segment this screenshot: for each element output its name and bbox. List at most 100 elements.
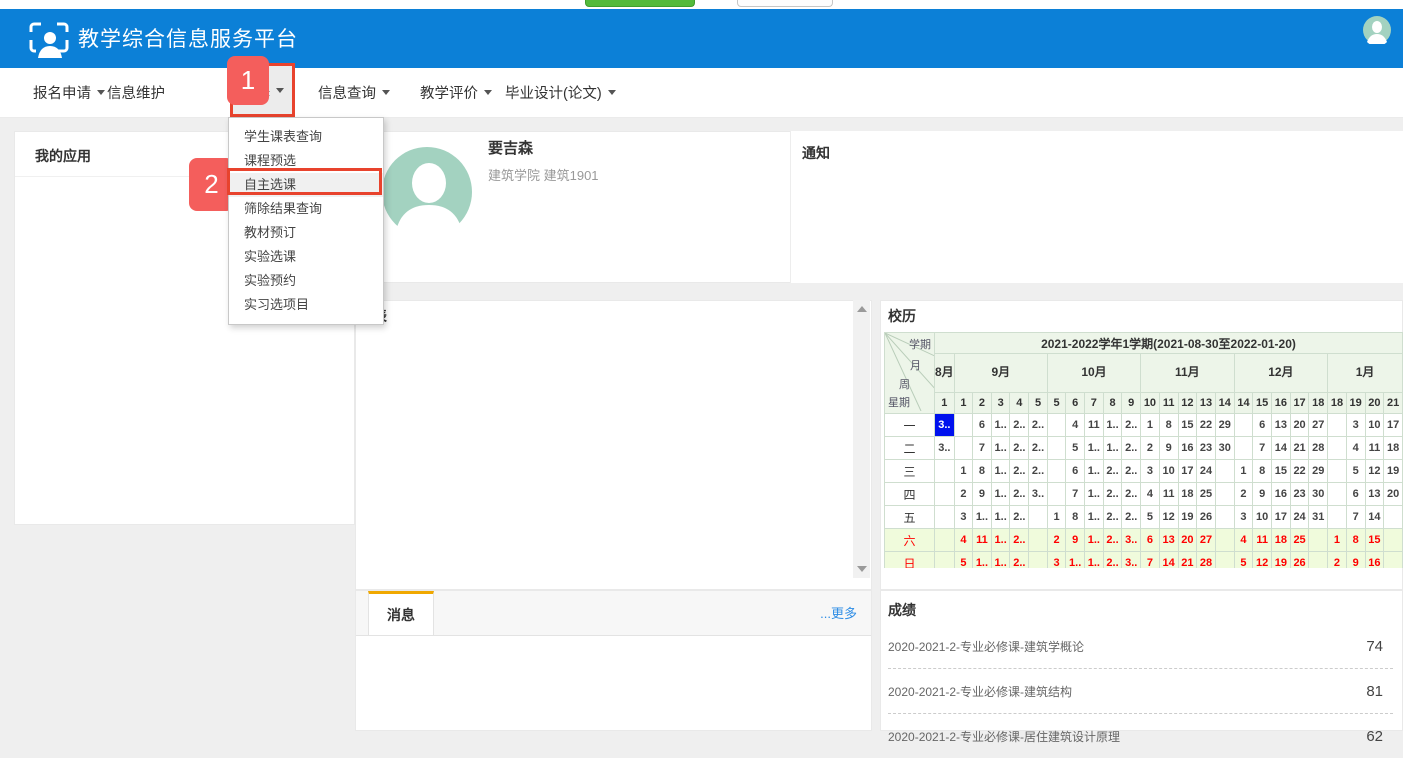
- calendar-day-cell: 2..: [1029, 460, 1048, 483]
- calendar-day-cell: [1328, 460, 1347, 483]
- calendar-day-cell: 1..: [991, 414, 1010, 437]
- calendar-day-cell: 3..: [1122, 552, 1141, 569]
- calendar-week-number: 5: [1047, 393, 1065, 414]
- calendar-day-cell: 12: [1253, 552, 1272, 569]
- calendar-week-number: 14: [1234, 393, 1253, 414]
- calendar-day-cell: [1047, 414, 1065, 437]
- calendar-day-cell: 10: [1365, 414, 1384, 437]
- calendar-day-cell: 2: [1328, 552, 1347, 569]
- calendar-day-cell: 2..: [1103, 506, 1122, 529]
- calendar-day-cell: 4: [1141, 483, 1160, 506]
- grade-row-1: 2020-2021-2-专业必修课-建筑学概论 74: [888, 624, 1393, 669]
- calendar-day-cell: 1..: [991, 460, 1010, 483]
- calendar-day-cell: [935, 529, 955, 552]
- calendar-day-cell: 28: [1197, 552, 1216, 569]
- calendar-day-cell: 22: [1290, 460, 1309, 483]
- calendar-day-cell: 21: [1290, 437, 1309, 460]
- calendar-day-cell: 7: [973, 437, 992, 460]
- calendar-week-number: 4: [1010, 393, 1029, 414]
- calendar-day-cell: 11: [1365, 437, 1384, 460]
- grade-course-name: 2020-2021-2-专业必修课-建筑学概论: [888, 638, 1084, 655]
- calendar-day-cell: 2..: [1029, 437, 1048, 460]
- calendar-day-cell: 3: [954, 506, 972, 529]
- chevron-down-icon: [484, 90, 492, 95]
- nav-item-2[interactable]: 信息维护: [107, 68, 165, 117]
- nav-item-label: 报名申请: [33, 82, 91, 103]
- calendar-day-cell: 2..: [1103, 483, 1122, 506]
- dropdown-item-5[interactable]: 教材预订: [229, 221, 383, 245]
- nav-item-5[interactable]: 教学评价: [420, 68, 492, 117]
- calendar-day-cell: 11: [1253, 529, 1272, 552]
- calendar-day-cell: 1..: [1066, 552, 1085, 569]
- calendar-day-cell: 5: [1066, 437, 1085, 460]
- calendar-day-cell: [1234, 437, 1253, 460]
- calendar-week-number: 8: [1103, 393, 1122, 414]
- dropdown-item-8[interactable]: 实习选项目: [229, 293, 383, 317]
- calendar-day-cell: 8: [1346, 529, 1365, 552]
- calendar-day-cell: 18: [1178, 483, 1197, 506]
- calendar-day-cell: 16: [1272, 483, 1291, 506]
- calendar-day-cell: [1328, 437, 1347, 460]
- clipped-gray-button[interactable]: [737, 0, 833, 7]
- calendar-day-cell: [1384, 552, 1403, 569]
- calendar-grid: 学期月周星期2021-2022学年1学期(2021-08-30至2022-01-…: [884, 332, 1403, 568]
- page-title: 教学综合信息服务平台: [78, 23, 298, 53]
- calendar-weekday-label: 日: [885, 552, 935, 569]
- dropdown-item-6[interactable]: 实验选课: [229, 245, 383, 269]
- calendar-weekday-label: 五: [885, 506, 935, 529]
- calendar-day-cell: 5: [1234, 552, 1253, 569]
- calendar-day-cell: 8: [1066, 506, 1085, 529]
- calendar-day-cell: [1215, 506, 1234, 529]
- calendar-weekday-label: 一: [885, 414, 935, 437]
- main-nav: 报名申请信息维护选课信息查询教学评价毕业设计(论文): [0, 68, 1403, 118]
- nav-item-6[interactable]: 毕业设计(论文): [505, 68, 616, 117]
- calendar-day-cell: 2..: [1010, 483, 1029, 506]
- grades-list: 2020-2021-2-专业必修课-建筑学概论 742020-2021-2-专业必…: [888, 624, 1393, 758]
- calendar-day-cell: 19: [1384, 460, 1403, 483]
- notice-panel: [790, 131, 1403, 283]
- calendar-day-cell: 15: [1178, 414, 1197, 437]
- messages-more-link[interactable]: ...更多: [820, 603, 857, 622]
- calendar-day-cell: 20: [1178, 529, 1197, 552]
- platform-logo-icon: [28, 20, 70, 60]
- calendar-day-cell: 2..: [1103, 460, 1122, 483]
- student-name: 要吉森: [488, 137, 533, 158]
- dropdown-item-1[interactable]: 学生课表查询: [229, 125, 383, 149]
- dropdown-item-3[interactable]: 自主选课: [229, 173, 383, 197]
- dropdown-item-2[interactable]: 课程预选: [229, 149, 383, 173]
- calendar-month-label: 9月: [954, 354, 1047, 393]
- calendar-week-number: 18: [1309, 393, 1328, 414]
- calendar-day-cell: [1309, 529, 1328, 552]
- calendar-day-cell: [1384, 506, 1403, 529]
- calendar-day-cell: 2..: [1103, 552, 1122, 569]
- nav-item-4[interactable]: 信息查询: [318, 68, 390, 117]
- user-avatar-icon[interactable]: [1363, 16, 1391, 44]
- calendar-day-cell: 17: [1384, 414, 1403, 437]
- calendar-day-cell: 6: [1346, 483, 1365, 506]
- calendar-day-cell: 10: [1253, 506, 1272, 529]
- nav-item-1[interactable]: 报名申请: [33, 68, 105, 117]
- calendar-week-number: 9: [1122, 393, 1141, 414]
- calendar-day-cell: [1328, 483, 1347, 506]
- calendar-day-cell: [1047, 460, 1065, 483]
- student-dept: 建筑学院 建筑1901: [488, 165, 599, 184]
- calendar-day-cell: 11: [973, 529, 992, 552]
- calendar-day-cell: 24: [1290, 506, 1309, 529]
- calendar-day-cell: 1..: [1084, 483, 1103, 506]
- grade-score: 74: [1366, 638, 1393, 655]
- clipped-green-button[interactable]: [585, 0, 695, 7]
- profile-avatar: [382, 147, 472, 237]
- calendar-day-cell: 1: [1234, 460, 1253, 483]
- dropdown-item-7[interactable]: 实验预约: [229, 269, 383, 293]
- step1-badge: 1: [227, 56, 269, 105]
- timetable-scrollbar[interactable]: [853, 300, 870, 578]
- scroll-down-icon[interactable]: [857, 566, 867, 572]
- calendar-day-cell: [1029, 506, 1048, 529]
- dropdown-item-4[interactable]: 筛除结果查询: [229, 197, 383, 221]
- tab-messages[interactable]: 消息: [368, 591, 434, 635]
- calendar-day-cell: 1..: [1084, 529, 1103, 552]
- scroll-up-icon[interactable]: [857, 306, 867, 312]
- calendar-weekday-label: 六: [885, 529, 935, 552]
- calendar-day-cell: 2..: [1122, 483, 1141, 506]
- calendar-day-cell: 7: [1066, 483, 1085, 506]
